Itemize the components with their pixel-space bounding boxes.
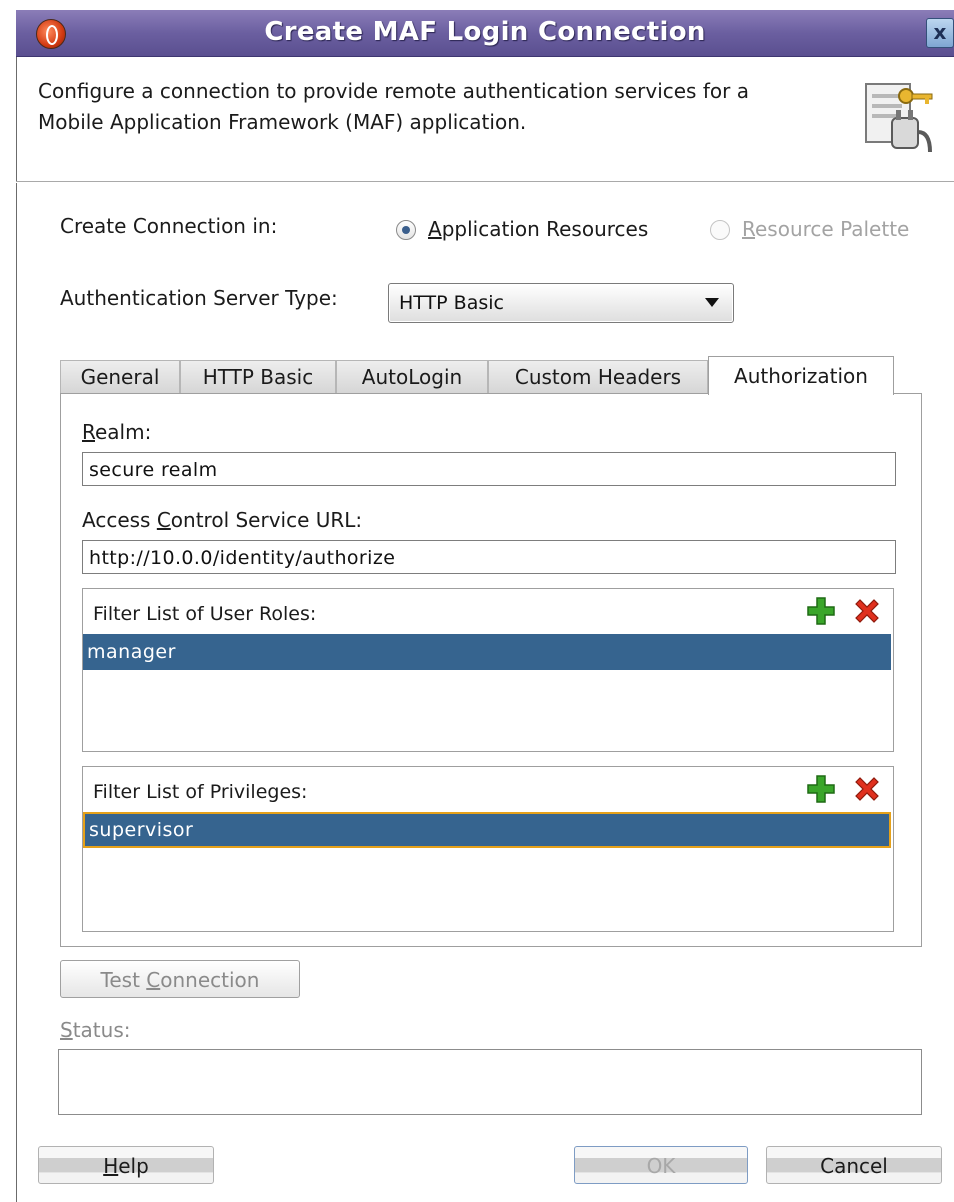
status-box <box>58 1049 922 1115</box>
dialog-description: Configure a connection to provide remote… <box>38 76 818 138</box>
help-text: elp <box>118 1154 149 1178</box>
ok-button[interactable]: OK <box>574 1146 748 1184</box>
test-connection-text-b: onnection <box>160 968 260 992</box>
chevron-down-icon[interactable] <box>705 298 719 307</box>
tab-autologin[interactable]: AutoLogin <box>336 360 488 393</box>
description-line-2: Mobile Application Framework (MAF) appli… <box>38 110 527 134</box>
realm-input[interactable]: secure realm <box>82 452 896 486</box>
dialog-window: Create MAF Login Connection x Configure … <box>0 0 954 1202</box>
description-line-1: Configure a connection to provide remote… <box>38 79 749 103</box>
title-bar[interactable]: Create MAF Login Connection x <box>16 10 954 57</box>
acs-url-label-a: Access <box>82 508 157 532</box>
header-separator-highlight <box>16 182 954 183</box>
status-label: Status: <box>60 1018 131 1042</box>
role-row-manager[interactable]: manager <box>83 634 891 670</box>
tab-http-basic[interactable]: HTTP Basic <box>180 360 336 393</box>
window-title: Create MAF Login Connection <box>264 17 706 47</box>
tab-authorization[interactable]: Authorization <box>708 356 894 395</box>
test-connection-button[interactable]: Test Connection <box>60 960 300 998</box>
radio-resource-palette[interactable] <box>710 220 730 240</box>
privileges-list: Filter List of Privileges: <box>82 766 894 932</box>
auth-server-type-select[interactable]: HTTP Basic <box>388 283 734 323</box>
help-button[interactable]: Help <box>38 1146 214 1184</box>
delete-privilege-icon[interactable] <box>852 774 882 804</box>
privileges-label: Filter List of Privileges: <box>93 781 308 803</box>
privilege-row-supervisor[interactable]: supervisor <box>83 812 891 848</box>
user-roles-list: Filter List of User Roles: <box>82 588 894 752</box>
acs-url-label: Access Control Service URL: <box>82 508 363 532</box>
delete-role-icon[interactable] <box>852 596 882 626</box>
acs-url-input[interactable]: http://10.0.0/identity/authorize <box>82 540 896 574</box>
connection-key-icon <box>865 83 933 153</box>
tab-general[interactable]: General <box>60 360 180 393</box>
resource-palette-label[interactable]: Resource Palette <box>742 217 909 241</box>
realm-label-text: ealm: <box>95 420 152 444</box>
realm-label: Realm: <box>82 420 152 444</box>
add-role-icon[interactable] <box>806 596 836 626</box>
application-resources-label[interactable]: Application Resources <box>428 217 648 241</box>
resource-palette-text: esource Palette <box>755 217 910 241</box>
acs-url-label-b: ontrol Service URL: <box>170 508 363 532</box>
cancel-button[interactable]: Cancel <box>766 1146 942 1184</box>
application-resources-text: pplication Resources <box>441 217 649 241</box>
create-in-label: Create Connection in: <box>60 214 278 238</box>
radio-application-resources[interactable] <box>396 220 416 240</box>
user-roles-label: Filter List of User Roles: <box>93 603 317 625</box>
status-label-text: tatus: <box>72 1018 131 1042</box>
window-border <box>16 10 17 1202</box>
test-connection-text-a: Test <box>100 968 147 992</box>
auth-server-type-value: HTTP Basic <box>399 292 504 314</box>
tab-custom-headers[interactable]: Custom Headers <box>488 360 708 393</box>
auth-server-type-label: Authentication Server Type: <box>60 286 338 310</box>
close-button[interactable]: x <box>926 18 954 48</box>
add-privilege-icon[interactable] <box>806 774 836 804</box>
